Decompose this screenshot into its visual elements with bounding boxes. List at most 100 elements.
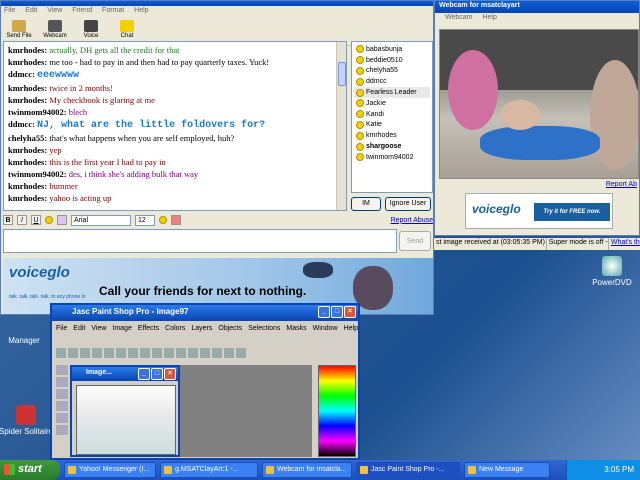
font-size-select[interactable]: 12 bbox=[135, 214, 155, 226]
open-icon[interactable] bbox=[68, 348, 78, 358]
select-tool-icon[interactable] bbox=[56, 425, 68, 435]
text-color-icon[interactable] bbox=[57, 215, 67, 225]
message-author: kmrhodes: bbox=[8, 193, 50, 203]
psp-title-bar[interactable]: Jasc Paint Shop Pro - Image97 _ □ × bbox=[52, 305, 358, 321]
chat-log[interactable]: kmrhodes: actually, DH gets all the cred… bbox=[3, 41, 347, 211]
psp-menu-selections[interactable]: Selections bbox=[248, 325, 280, 332]
print-icon[interactable] bbox=[92, 348, 102, 358]
image-minimize-button[interactable]: _ bbox=[138, 368, 150, 380]
skydiver-image bbox=[303, 262, 333, 278]
menu-help[interactable]: Help bbox=[134, 7, 148, 14]
psp-menu-colors[interactable]: Colors bbox=[165, 325, 185, 332]
crop-tool-icon[interactable] bbox=[56, 401, 68, 411]
image-maximize-button[interactable]: □ bbox=[151, 368, 163, 380]
audible-icon[interactable] bbox=[171, 215, 181, 225]
image-title-bar[interactable]: Image... _ □ × bbox=[72, 367, 178, 381]
user-name: Katie bbox=[366, 121, 382, 129]
copy-icon[interactable] bbox=[140, 348, 150, 358]
redo-icon[interactable] bbox=[116, 348, 126, 358]
font-select[interactable]: Arial bbox=[71, 214, 131, 226]
user-list-item[interactable]: Katie bbox=[354, 120, 430, 131]
user-list-item[interactable]: chelyha55 bbox=[354, 66, 430, 77]
italic-button[interactable]: I bbox=[17, 215, 27, 225]
try-free-button[interactable]: Try it for FREE now. bbox=[534, 203, 610, 221]
close-button[interactable]: × bbox=[344, 306, 356, 318]
psp-menu-layers[interactable]: Layers bbox=[191, 325, 212, 332]
menu-file[interactable]: File bbox=[4, 7, 15, 14]
ignore-user-button[interactable]: Ignore User bbox=[385, 197, 431, 211]
chat-scrollbar[interactable] bbox=[336, 42, 346, 210]
psp-menu-edit[interactable]: Edit bbox=[73, 325, 85, 332]
whats-this-link[interactable]: What's th bbox=[609, 238, 640, 250]
user-list-item[interactable]: kmrhodes bbox=[354, 130, 430, 141]
system-tray: 3:05 PM bbox=[566, 460, 640, 480]
taskbar-button[interactable]: Jasc Paint Shop Pro -... bbox=[356, 462, 460, 478]
underline-button[interactable]: U bbox=[31, 215, 41, 225]
layers-icon[interactable] bbox=[212, 348, 222, 358]
desktop-icon-spider-solitaire[interactable]: Spider Solitaire bbox=[0, 405, 56, 436]
user-list-item[interactable]: babasbunja bbox=[354, 44, 430, 55]
desktop-icon-powerdvd[interactable]: PowerDVD bbox=[582, 256, 640, 287]
zoom-tool-icon[interactable] bbox=[56, 377, 68, 387]
webcam-title-bar[interactable]: Webcam for msatclayart bbox=[435, 1, 639, 13]
psp-menu-file[interactable]: File bbox=[56, 325, 67, 332]
taskbar-button[interactable]: g.MSATClayArt:1 -... bbox=[160, 462, 258, 478]
psp-menu-effects[interactable]: Effects bbox=[138, 325, 159, 332]
minimize-button[interactable]: _ bbox=[318, 306, 330, 318]
psp-menu-view[interactable]: View bbox=[91, 325, 106, 332]
image-child-window[interactable]: Image... _ □ × bbox=[70, 365, 180, 457]
user-list-item[interactable]: twinmom94002 bbox=[354, 152, 430, 163]
cut-icon[interactable] bbox=[128, 348, 138, 358]
taskbar-button[interactable]: Webcam for msatcla... bbox=[262, 462, 352, 478]
menu-edit[interactable]: Edit bbox=[25, 7, 37, 14]
chat-user-list[interactable]: babasbunja beddie0510 chelyha55 ddmcc Fearle… bbox=[351, 41, 433, 193]
help-icon[interactable] bbox=[236, 348, 246, 358]
menu-webcam[interactable]: Webcam bbox=[445, 14, 473, 21]
user-list-item[interactable]: Jackie bbox=[354, 98, 430, 109]
save-icon[interactable] bbox=[80, 348, 90, 358]
maximize-button[interactable]: □ bbox=[331, 306, 343, 318]
menu-view[interactable]: View bbox=[47, 7, 62, 14]
user-list-item[interactable]: ddmcc bbox=[354, 76, 430, 87]
webcam-report-abuse-link[interactable]: Report Ab bbox=[606, 181, 637, 188]
psp-menu-image[interactable]: Image bbox=[112, 325, 131, 332]
palette-icon[interactable] bbox=[200, 348, 210, 358]
clock[interactable]: 3:05 PM bbox=[604, 465, 634, 474]
psp-menu-window[interactable]: Window bbox=[313, 325, 338, 332]
deform-tool-icon[interactable] bbox=[56, 389, 68, 399]
user-list-item[interactable]: shargoose bbox=[354, 141, 430, 152]
emoticons-icon[interactable] bbox=[159, 216, 167, 224]
user-list-item[interactable]: Kandi bbox=[354, 109, 430, 120]
desktop-icon-manager[interactable]: Manager bbox=[0, 322, 54, 345]
psp-menu-objects[interactable]: Objects bbox=[218, 325, 242, 332]
zoom-icon[interactable] bbox=[164, 348, 174, 358]
report-abuse-link[interactable]: Report Abuse bbox=[391, 217, 433, 224]
menu-format[interactable]: Format bbox=[102, 7, 124, 14]
capture-icon[interactable] bbox=[188, 348, 198, 358]
emoticon-icon[interactable] bbox=[45, 216, 53, 224]
user-list-item[interactable]: beddie0510 bbox=[354, 55, 430, 66]
new-icon[interactable] bbox=[56, 348, 66, 358]
taskbar-button[interactable]: New Message bbox=[464, 462, 550, 478]
histogram-icon[interactable] bbox=[224, 348, 234, 358]
im-button[interactable]: IM bbox=[351, 197, 381, 211]
message-input[interactable] bbox=[3, 229, 397, 253]
arrow-tool-icon[interactable] bbox=[56, 365, 68, 375]
taskbar-button[interactable]: Yahoo! Messenger (I... bbox=[64, 462, 156, 478]
color-palette[interactable] bbox=[318, 365, 356, 457]
psp-menu-masks[interactable]: Masks bbox=[286, 325, 306, 332]
send-button[interactable]: Send bbox=[399, 231, 431, 251]
browse-icon[interactable] bbox=[176, 348, 186, 358]
menu-help[interactable]: Help bbox=[482, 14, 496, 21]
start-button[interactable]: start bbox=[0, 460, 60, 480]
scrollbar-thumb[interactable] bbox=[338, 62, 346, 86]
user-list-item[interactable]: Fearless Leader bbox=[354, 87, 430, 98]
paste-icon[interactable] bbox=[152, 348, 162, 358]
bold-button[interactable]: B bbox=[3, 215, 13, 225]
move-tool-icon[interactable] bbox=[56, 413, 68, 423]
image-close-button[interactable]: × bbox=[164, 368, 176, 380]
undo-icon[interactable] bbox=[104, 348, 114, 358]
voiceglo-webcam-ad[interactable]: voiceglo Try it for FREE now. bbox=[465, 193, 613, 229]
menu-friend[interactable]: Friend bbox=[72, 7, 92, 14]
psp-menu-help[interactable]: Help bbox=[344, 325, 358, 332]
